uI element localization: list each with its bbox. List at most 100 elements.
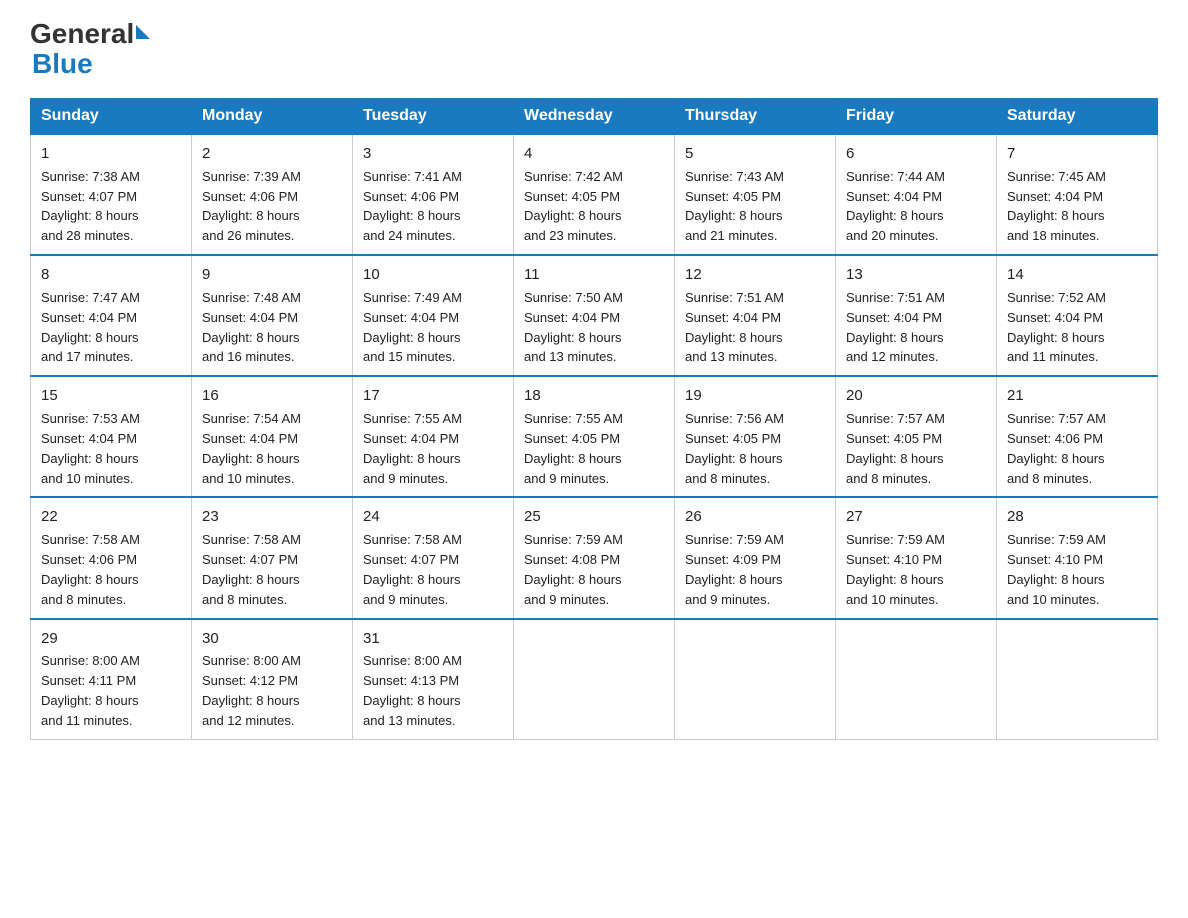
day-number: 1: [41, 143, 181, 165]
calendar-cell: 3 Sunrise: 7:41 AMSunset: 4:06 PMDaylight…: [353, 134, 514, 255]
week-row-2: 8 Sunrise: 7:47 AMSunset: 4:04 PMDaylight…: [31, 255, 1158, 376]
day-info: Sunrise: 7:49 AMSunset: 4:04 PMDaylight:…: [363, 290, 462, 365]
calendar-body: 1 Sunrise: 7:38 AMSunset: 4:07 PMDaylight…: [31, 134, 1158, 739]
calendar-cell: [514, 619, 675, 740]
day-info: Sunrise: 7:55 AMSunset: 4:04 PMDaylight:…: [363, 411, 462, 486]
day-number: 5: [685, 143, 825, 165]
calendar-cell: 1 Sunrise: 7:38 AMSunset: 4:07 PMDaylight…: [31, 134, 192, 255]
calendar-cell: 19 Sunrise: 7:56 AMSunset: 4:05 PMDayligh…: [675, 376, 836, 497]
day-info: Sunrise: 7:59 AMSunset: 4:10 PMDaylight:…: [1007, 532, 1106, 607]
day-number: 14: [1007, 264, 1147, 286]
day-number: 15: [41, 385, 181, 407]
day-number: 21: [1007, 385, 1147, 407]
day-header-row: SundayMondayTuesdayWednesdayThursdayFrid…: [31, 99, 1158, 135]
day-info: Sunrise: 7:50 AMSunset: 4:04 PMDaylight:…: [524, 290, 623, 365]
calendar-cell: 5 Sunrise: 7:43 AMSunset: 4:05 PMDaylight…: [675, 134, 836, 255]
day-number: 9: [202, 264, 342, 286]
calendar-header: SundayMondayTuesdayWednesdayThursdayFrid…: [31, 99, 1158, 135]
logo-arrow-icon: [136, 25, 150, 39]
calendar-cell: [675, 619, 836, 740]
day-number: 12: [685, 264, 825, 286]
calendar-cell: 26 Sunrise: 7:59 AMSunset: 4:09 PMDayligh…: [675, 497, 836, 618]
day-number: 24: [363, 506, 503, 528]
day-number: 29: [41, 628, 181, 650]
calendar-cell: 30Sunrise: 8:00 AMSunset: 4:12 PMDayligh…: [192, 619, 353, 740]
calendar-cell: 31Sunrise: 8:00 AMSunset: 4:13 PMDayligh…: [353, 619, 514, 740]
calendar-cell: 22 Sunrise: 7:58 AMSunset: 4:06 PMDayligh…: [31, 497, 192, 618]
day-info: Sunrise: 7:48 AMSunset: 4:04 PMDaylight:…: [202, 290, 301, 365]
day-info: Sunrise: 7:47 AMSunset: 4:04 PMDaylight:…: [41, 290, 140, 365]
calendar-cell: 9 Sunrise: 7:48 AMSunset: 4:04 PMDaylight…: [192, 255, 353, 376]
day-info: Sunrise: 7:45 AMSunset: 4:04 PMDaylight:…: [1007, 169, 1106, 244]
day-number: 8: [41, 264, 181, 286]
day-number: 30: [202, 628, 342, 650]
day-number: 22: [41, 506, 181, 528]
calendar-cell: 4Sunrise: 7:42 AMSunset: 4:05 PMDaylight…: [514, 134, 675, 255]
calendar-cell: 18 Sunrise: 7:55 AMSunset: 4:05 PMDayligh…: [514, 376, 675, 497]
day-info: Sunrise: 7:52 AMSunset: 4:04 PMDaylight:…: [1007, 290, 1106, 365]
calendar-cell: 25Sunrise: 7:59 AMSunset: 4:08 PMDayligh…: [514, 497, 675, 618]
col-header-wednesday: Wednesday: [514, 99, 675, 135]
calendar-cell: 23 Sunrise: 7:58 AMSunset: 4:07 PMDayligh…: [192, 497, 353, 618]
day-info: Sunrise: 7:43 AMSunset: 4:05 PMDaylight:…: [685, 169, 784, 244]
week-row-4: 22 Sunrise: 7:58 AMSunset: 4:06 PMDayligh…: [31, 497, 1158, 618]
day-info: Sunrise: 7:59 AMSunset: 4:10 PMDaylight:…: [846, 532, 945, 607]
day-number: 4: [524, 143, 664, 165]
calendar-cell: 11 Sunrise: 7:50 AMSunset: 4:04 PMDayligh…: [514, 255, 675, 376]
day-number: 26: [685, 506, 825, 528]
col-header-thursday: Thursday: [675, 99, 836, 135]
day-number: 3: [363, 143, 503, 165]
day-number: 27: [846, 506, 986, 528]
day-info: Sunrise: 7:38 AMSunset: 4:07 PMDaylight:…: [41, 169, 140, 244]
calendar-cell: 21 Sunrise: 7:57 AMSunset: 4:06 PMDayligh…: [997, 376, 1158, 497]
calendar-cell: 10Sunrise: 7:49 AMSunset: 4:04 PMDayligh…: [353, 255, 514, 376]
col-header-friday: Friday: [836, 99, 997, 135]
calendar-cell: 6 Sunrise: 7:44 AMSunset: 4:04 PMDaylight…: [836, 134, 997, 255]
day-info: Sunrise: 7:58 AMSunset: 4:07 PMDaylight:…: [202, 532, 301, 607]
logo-text: General: [30, 20, 152, 48]
calendar-cell: 8 Sunrise: 7:47 AMSunset: 4:04 PMDaylight…: [31, 255, 192, 376]
calendar-cell: 13 Sunrise: 7:51 AMSunset: 4:04 PMDayligh…: [836, 255, 997, 376]
calendar-cell: 14 Sunrise: 7:52 AMSunset: 4:04 PMDayligh…: [997, 255, 1158, 376]
day-info: Sunrise: 7:51 AMSunset: 4:04 PMDaylight:…: [846, 290, 945, 365]
day-info: Sunrise: 7:57 AMSunset: 4:06 PMDaylight:…: [1007, 411, 1106, 486]
day-info: Sunrise: 8:00 AMSunset: 4:11 PMDaylight:…: [41, 653, 140, 728]
col-header-sunday: Sunday: [31, 99, 192, 135]
calendar-cell: 12Sunrise: 7:51 AMSunset: 4:04 PMDayligh…: [675, 255, 836, 376]
calendar-cell: 15 Sunrise: 7:53 AMSunset: 4:04 PMDayligh…: [31, 376, 192, 497]
col-header-tuesday: Tuesday: [353, 99, 514, 135]
day-info: Sunrise: 7:56 AMSunset: 4:05 PMDaylight:…: [685, 411, 784, 486]
calendar-cell: 27 Sunrise: 7:59 AMSunset: 4:10 PMDayligh…: [836, 497, 997, 618]
calendar-cell: 7 Sunrise: 7:45 AMSunset: 4:04 PMDaylight…: [997, 134, 1158, 255]
week-row-5: 29 Sunrise: 8:00 AMSunset: 4:11 PMDayligh…: [31, 619, 1158, 740]
logo-blue-text: Blue: [32, 48, 93, 79]
week-row-1: 1 Sunrise: 7:38 AMSunset: 4:07 PMDaylight…: [31, 134, 1158, 255]
day-info: Sunrise: 7:44 AMSunset: 4:04 PMDaylight:…: [846, 169, 945, 244]
day-number: 11: [524, 264, 664, 286]
logo-general-text: General: [30, 20, 134, 48]
day-info: Sunrise: 7:59 AMSunset: 4:09 PMDaylight:…: [685, 532, 784, 607]
day-number: 7: [1007, 143, 1147, 165]
day-info: Sunrise: 7:41 AMSunset: 4:06 PMDaylight:…: [363, 169, 462, 244]
day-number: 16: [202, 385, 342, 407]
day-info: Sunrise: 7:59 AMSunset: 4:08 PMDaylight:…: [524, 532, 623, 607]
day-number: 13: [846, 264, 986, 286]
day-number: 18: [524, 385, 664, 407]
day-number: 19: [685, 385, 825, 407]
day-info: Sunrise: 7:55 AMSunset: 4:05 PMDaylight:…: [524, 411, 623, 486]
day-number: 6: [846, 143, 986, 165]
day-number: 17: [363, 385, 503, 407]
day-number: 28: [1007, 506, 1147, 528]
day-info: Sunrise: 7:39 AMSunset: 4:06 PMDaylight:…: [202, 169, 301, 244]
calendar-cell: [836, 619, 997, 740]
day-number: 2: [202, 143, 342, 165]
day-info: Sunrise: 7:53 AMSunset: 4:04 PMDaylight:…: [41, 411, 140, 486]
calendar-cell: 2 Sunrise: 7:39 AMSunset: 4:06 PMDaylight…: [192, 134, 353, 255]
day-info: Sunrise: 7:58 AMSunset: 4:06 PMDaylight:…: [41, 532, 140, 607]
day-info: Sunrise: 7:54 AMSunset: 4:04 PMDaylight:…: [202, 411, 301, 486]
col-header-saturday: Saturday: [997, 99, 1158, 135]
week-row-3: 15 Sunrise: 7:53 AMSunset: 4:04 PMDayligh…: [31, 376, 1158, 497]
day-number: 23: [202, 506, 342, 528]
calendar-table: SundayMondayTuesdayWednesdayThursdayFrid…: [30, 98, 1158, 740]
calendar-cell: 29 Sunrise: 8:00 AMSunset: 4:11 PMDayligh…: [31, 619, 192, 740]
